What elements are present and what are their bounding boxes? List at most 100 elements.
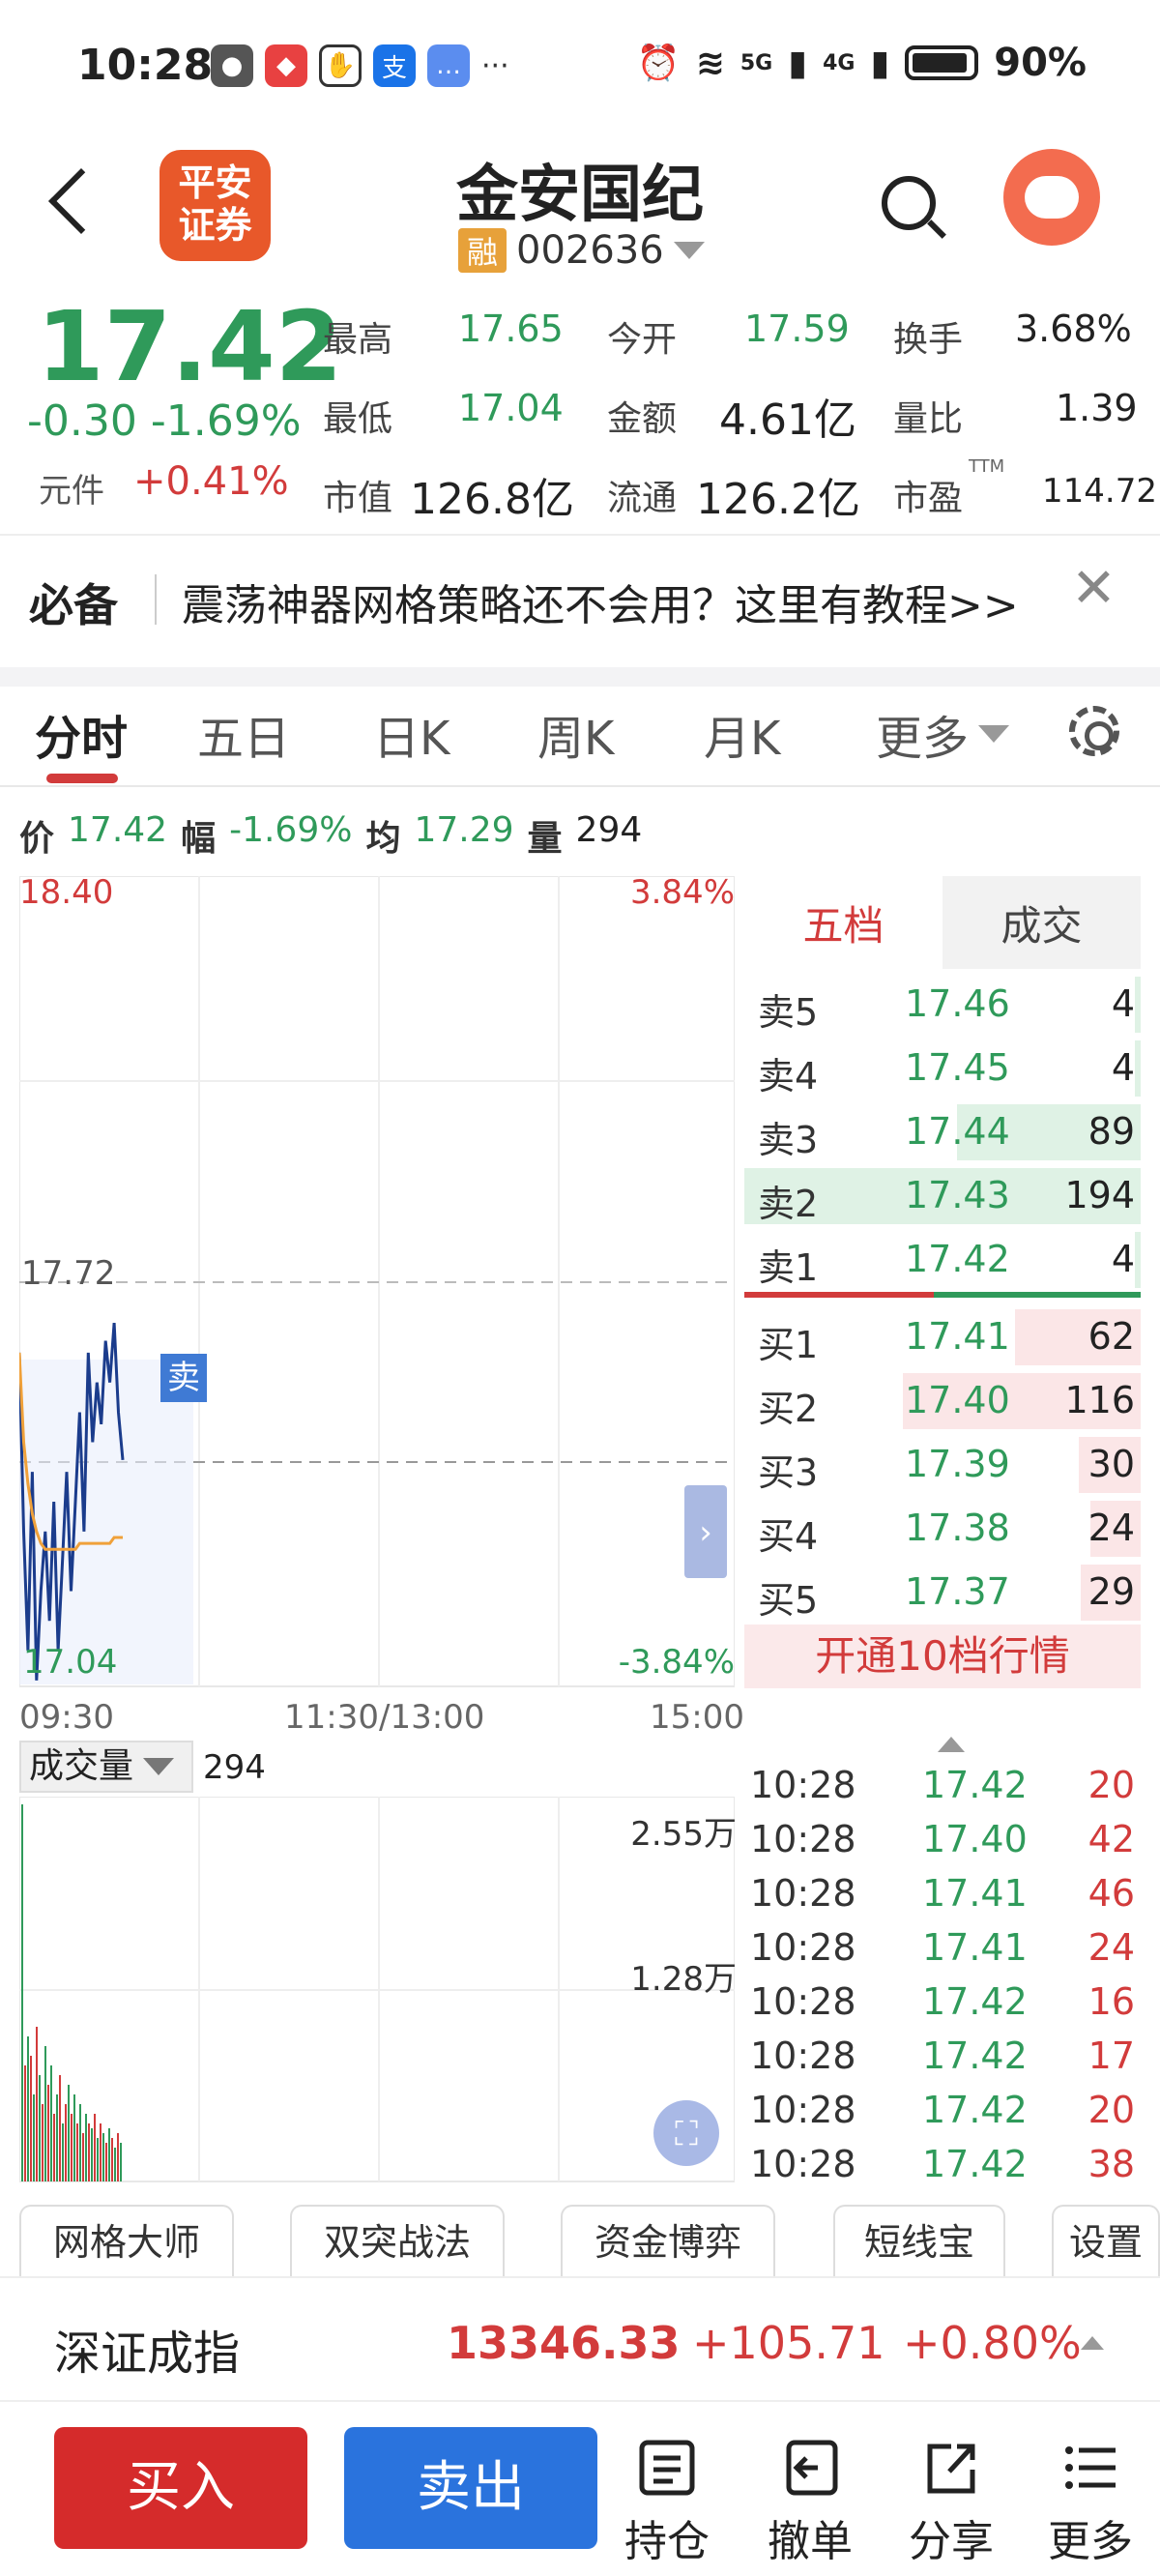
trade-volume: 38 xyxy=(1088,2143,1135,2185)
sell-pressure-bar xyxy=(744,1292,934,1298)
close-icon[interactable]: ✕ xyxy=(1071,557,1116,620)
holdings-label[interactable]: 持仓 xyxy=(609,2506,725,2568)
gear-icon[interactable] xyxy=(1069,706,1119,756)
bottom-action-bar: 买入 卖出 持仓 撤单 分享 更多 xyxy=(0,2404,1160,2576)
sector-label[interactable]: 元件 xyxy=(39,464,104,512)
margin-badge: 融 xyxy=(458,228,507,273)
tab-deals[interactable]: 成交 xyxy=(942,876,1141,969)
trade-volume: 24 xyxy=(1088,1926,1135,1969)
tab-intraday[interactable]: 分时 xyxy=(35,700,128,768)
sector-change[interactable]: +0.41% xyxy=(133,459,289,504)
tab-daily-k[interactable]: 日K xyxy=(373,700,450,768)
sell-row-5: 卖5 17.46 4 xyxy=(744,973,1141,1037)
volume-bar xyxy=(62,2123,64,2181)
volume-bar xyxy=(21,1804,23,2181)
tab-monthly-k[interactable]: 月K xyxy=(704,700,780,768)
more-menu-icon[interactable] xyxy=(1061,2439,1119,2497)
quote-value-market-cap: 126.8亿 xyxy=(410,475,574,524)
chevron-down-icon xyxy=(143,1758,175,1775)
volume-bar xyxy=(30,2056,32,2181)
short-line-button[interactable]: 短线宝 xyxy=(833,2205,1005,2280)
signal-4g-icon: 4G xyxy=(823,50,856,75)
sell-button[interactable]: 卖出 xyxy=(344,2427,597,2549)
info-vol: 294 xyxy=(575,810,643,850)
quote-label-high: 最高 xyxy=(323,320,393,360)
buy-row-2: 买2 17.40 116 xyxy=(744,1369,1141,1433)
pe-ttm-sup: TTM xyxy=(969,456,1005,477)
volume-panel[interactable]: 成交量 294 2.55万 1.28万 ⛶ xyxy=(19,1741,735,2185)
index-change: +105.71 xyxy=(692,2317,885,2369)
assistant-avatar[interactable] xyxy=(1003,149,1100,246)
current-price: 17.42 xyxy=(37,290,343,403)
holdings-icon[interactable] xyxy=(638,2439,696,2497)
stock-code-selector[interactable]: 融 002636 xyxy=(458,228,705,273)
trade-volume: 17 xyxy=(1088,2034,1135,2077)
quote-panel: 17.42 -0.30 -1.69% 元件 +0.41% 最高 17.65 今开… xyxy=(0,290,1160,532)
info-vol-label: 量 xyxy=(527,819,563,859)
capital-game-button[interactable]: 资金博弈 xyxy=(561,2205,775,2280)
sell-marker[interactable]: 卖 xyxy=(167,1359,200,1397)
index-bar[interactable]: 深证成指 13346.33 +105.71 +0.80% xyxy=(0,2276,1160,2402)
trade-price: 17.42 xyxy=(922,2143,1028,2185)
index-value: 13346.33 xyxy=(447,2317,681,2369)
intraday-chart[interactable]: 18.40 3.84% 17.72 17.04 -3.84% 卖 › xyxy=(17,873,736,1688)
cancel-order-label[interactable]: 撤单 xyxy=(752,2506,868,2568)
trade-row: 10:28 17.41 24 xyxy=(744,1922,1141,1976)
tab-five-level[interactable]: 五档 xyxy=(744,876,942,969)
app-notification-icon: ◆ xyxy=(265,44,307,87)
tab-weekly-k[interactable]: 周K xyxy=(537,700,614,768)
volume-bar xyxy=(36,2027,38,2181)
scroll-up-icon[interactable] xyxy=(938,1737,965,1752)
info-avg-label: 均 xyxy=(365,819,401,859)
strategy-settings-button[interactable]: 设置 xyxy=(1052,2205,1160,2280)
volume-selector[interactable]: 成交量 xyxy=(19,1741,193,1793)
trade-price: 17.42 xyxy=(922,1764,1028,1806)
chevron-up-icon[interactable] xyxy=(1081,2336,1104,2350)
more-label[interactable]: 更多 xyxy=(1032,2506,1148,2568)
volume-bar xyxy=(1135,1040,1141,1097)
trade-time: 10:28 xyxy=(750,2143,856,2185)
volume-bar xyxy=(97,2138,99,2181)
volume-bar xyxy=(39,2075,41,2181)
fullscreen-icon: ⛶ xyxy=(675,2115,698,2153)
signal-bars-icon: ▮ xyxy=(788,43,808,83)
volume-bar xyxy=(65,2104,67,2181)
buy-pressure-bar xyxy=(934,1292,1141,1298)
share-label[interactable]: 分享 xyxy=(893,2506,1009,2568)
trade-price: 17.41 xyxy=(922,1872,1028,1915)
trade-volume: 20 xyxy=(1088,1764,1135,1806)
change-amount: -0.30 xyxy=(27,396,137,446)
strategy-bar: 网格大师 双突战法 资金博弈 短线宝 设置 xyxy=(0,2205,1160,2282)
volume-bar xyxy=(82,2133,84,2181)
tab-five-day[interactable]: 五日 xyxy=(197,700,290,768)
quote-label-open: 今开 xyxy=(607,320,678,360)
share-icon[interactable] xyxy=(922,2439,980,2497)
double-breakout-button[interactable]: 双突战法 xyxy=(290,2205,505,2280)
grid-master-button[interactable]: 网格大师 xyxy=(19,2205,234,2280)
trade-time: 10:28 xyxy=(750,1980,856,2023)
open-10-level-button[interactable]: 开通10档行情 xyxy=(744,1625,1141,1688)
volume-bar xyxy=(56,2094,58,2181)
trade-time: 10:28 xyxy=(750,1818,856,1860)
banner-separator xyxy=(155,574,157,625)
quote-value-amount: 4.61亿 xyxy=(719,395,856,445)
volume-bar xyxy=(1135,977,1141,1033)
wechat-icon: ● xyxy=(211,44,253,87)
trade-time: 10:28 xyxy=(750,2034,856,2077)
quote-label-low: 最低 xyxy=(323,399,393,439)
search-icon[interactable] xyxy=(882,176,936,230)
buy-button[interactable]: 买入 xyxy=(54,2427,307,2549)
volume-bar xyxy=(42,2104,44,2181)
promo-banner[interactable]: 必备 震荡神器网格策略还不会用？这里有教程>> ✕ xyxy=(0,534,1160,667)
volume-bar xyxy=(120,2143,122,2181)
trade-price: 17.42 xyxy=(922,1980,1028,2023)
active-tab-indicator xyxy=(46,774,118,783)
stock-name: 金安国纪 xyxy=(456,160,704,231)
cancel-order-icon[interactable] xyxy=(781,2439,839,2497)
banner-text[interactable]: 震荡神器网格策略还不会用？这里有教程>> xyxy=(182,571,1019,632)
volume-mid-label: 1.28万 xyxy=(630,1960,735,1999)
tab-more[interactable]: 更多 xyxy=(876,700,1010,768)
chart-tabs: 分时 五日 日K 周K 月K 更多 xyxy=(0,687,1160,787)
signal-bars2-icon: ▮ xyxy=(870,43,890,83)
alipay-icon: 支 xyxy=(373,44,416,87)
